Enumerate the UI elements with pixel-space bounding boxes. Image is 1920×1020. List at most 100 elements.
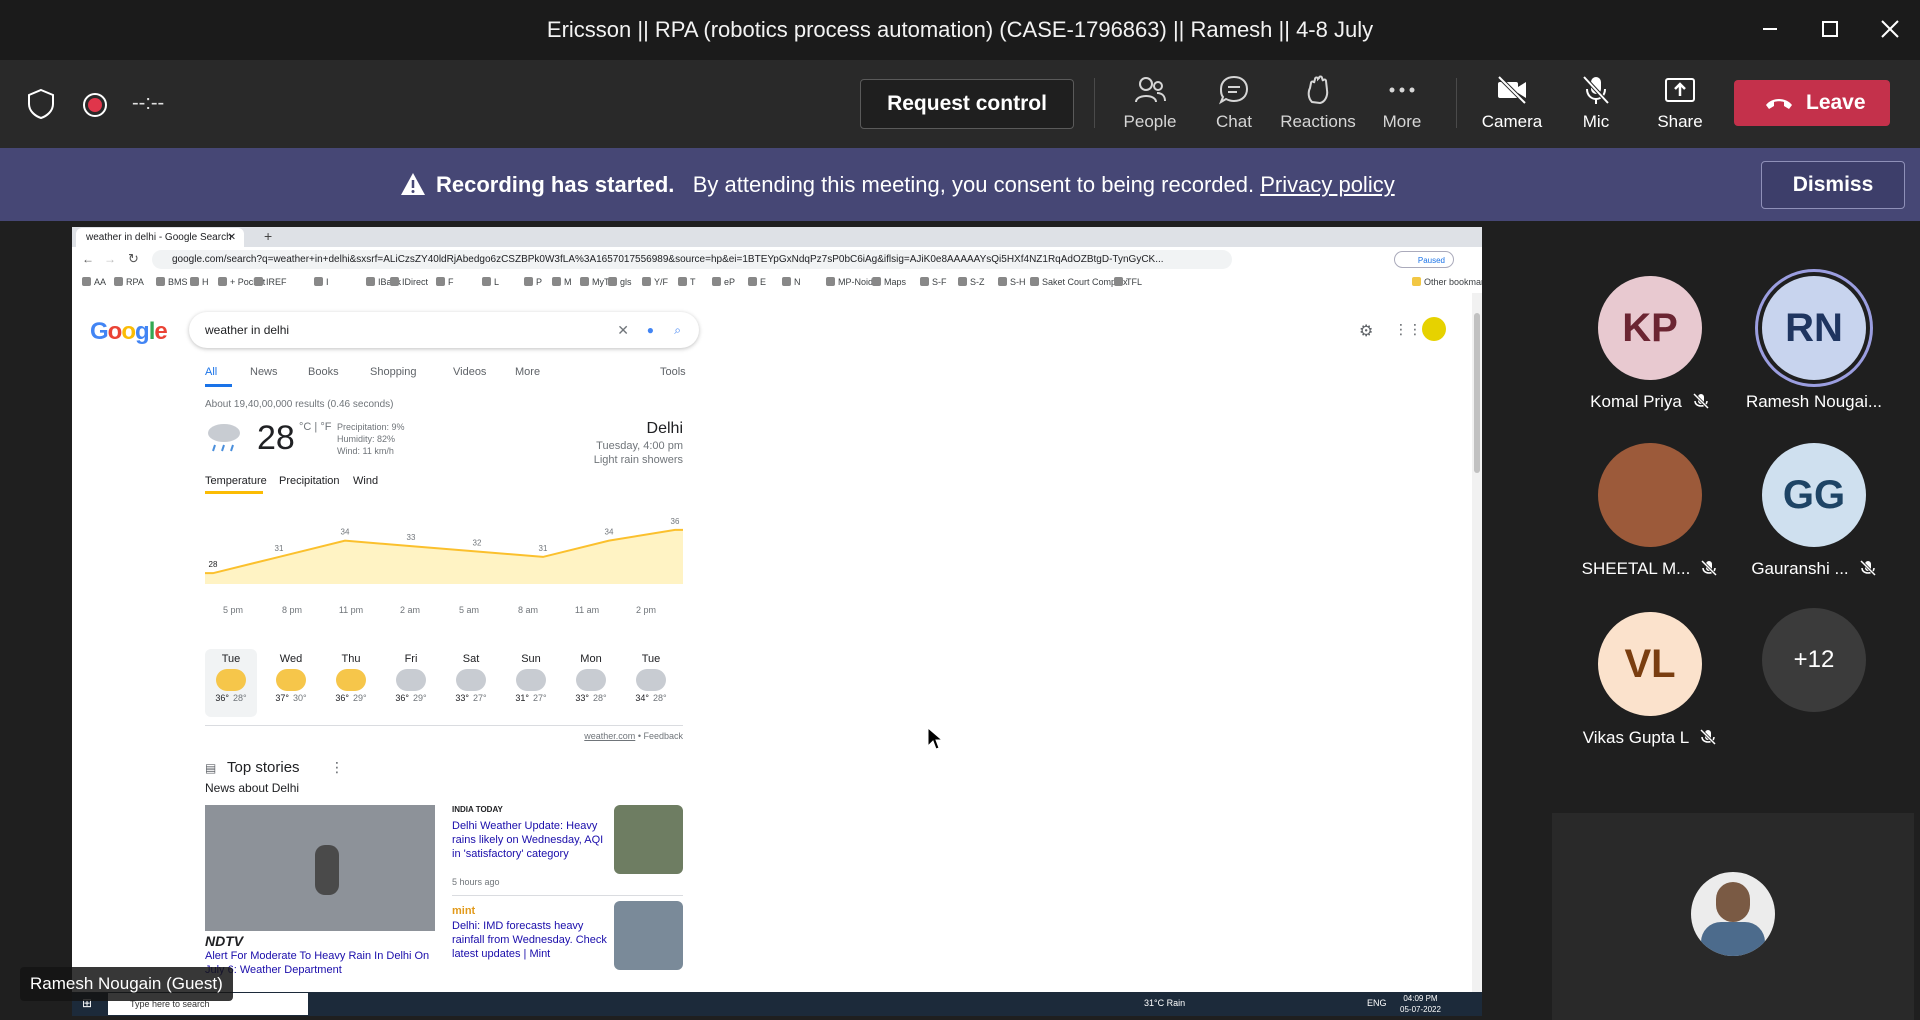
share-button[interactable]: Share [1640, 74, 1720, 132]
bookmark-item[interactable]: E [748, 277, 766, 287]
temperature-tab[interactable]: Temperature [205, 475, 267, 487]
participant-tile[interactable]: +12 [1724, 608, 1904, 768]
story-title-ndtv[interactable]: Alert For Moderate To Heavy Rain In Delh… [205, 949, 435, 977]
precipitation-tab[interactable]: Precipitation [279, 475, 340, 487]
bookmark-item[interactable]: H [190, 277, 209, 287]
apps-icon[interactable]: ⋮⋮ [1394, 321, 1422, 338]
back-icon[interactable]: ← [82, 252, 94, 266]
taskbar-clock[interactable]: 04:09 PM 05-07-2022 [1400, 993, 1441, 1015]
camera-button[interactable]: Camera [1472, 74, 1552, 132]
bookmark-item[interactable]: N [782, 277, 801, 287]
participant-tile[interactable]: GG Gauranshi ... [1724, 443, 1904, 603]
bookmark-item[interactable]: IDirect [390, 277, 428, 287]
bookmark-item[interactable]: S-Z [958, 277, 985, 287]
story-title-mint[interactable]: Delhi: IMD forecasts heavy rainfall from… [452, 919, 612, 961]
forecast-day[interactable]: Tue 34° 28° [625, 649, 677, 717]
story-image-indiatoday[interactable] [614, 805, 683, 874]
unit-toggle[interactable]: °C | °F [299, 421, 331, 433]
bookmark-item[interactable]: M [552, 277, 572, 287]
rain-cloud-icon [396, 669, 426, 691]
new-tab-icon[interactable]: + [264, 228, 272, 244]
tab-books[interactable]: Books [308, 366, 339, 378]
page-scrollbar[interactable] [1472, 293, 1482, 992]
bookmark-item[interactable]: Maps [872, 277, 906, 287]
story-image-ndtv[interactable] [205, 805, 435, 931]
forecast-day[interactable]: Sun 31° 27° [505, 649, 557, 717]
browser-tab[interactable]: weather in delhi - Google Search ✕ [76, 228, 244, 247]
voice-search-icon[interactable]: ● [647, 312, 654, 348]
taskbar-language[interactable]: ENG [1367, 998, 1387, 1008]
forecast-day[interactable]: Thu 36° 29° [325, 649, 377, 717]
google-logo[interactable]: Google [90, 318, 168, 346]
more-participants-button[interactable]: +12 [1762, 608, 1866, 712]
stories-more-icon[interactable]: ⋮ [330, 759, 344, 776]
shield-icon[interactable] [26, 88, 56, 120]
bookmark-item[interactable]: S-H [998, 277, 1026, 287]
dismiss-button[interactable]: Dismiss [1761, 161, 1905, 209]
forecast-day[interactable]: Wed 37° 30° [265, 649, 317, 717]
bookmark-icon [436, 277, 445, 286]
url-field[interactable]: google.com/search?q=weather+in+delhi&sxs… [152, 250, 1232, 269]
mic-button[interactable]: Mic [1556, 74, 1636, 132]
settings-icon[interactable]: ⚙ [1359, 321, 1373, 341]
bookmark-item[interactable]: BMS [156, 277, 188, 287]
participant-tile[interactable]: VL Vikas Gupta L [1560, 612, 1740, 772]
bookmark-item[interactable]: P [524, 277, 542, 287]
privacy-policy-link[interactable]: Privacy policy [1260, 172, 1394, 197]
bookmark-item[interactable]: L [482, 277, 499, 287]
bookmark-item[interactable]: T [678, 277, 696, 287]
leave-button[interactable]: Leave [1734, 80, 1890, 126]
story-title-indiatoday[interactable]: Delhi Weather Update: Heavy rains likely… [452, 819, 612, 861]
bookmark-item[interactable]: Other bookmarks [1412, 277, 1482, 287]
chat-button[interactable]: Chat [1194, 74, 1274, 132]
story-image-mint[interactable] [614, 901, 683, 970]
bookmark-item[interactable]: Y/F [642, 277, 668, 287]
profile-button[interactable]: Paused [1394, 251, 1454, 268]
taskbar-weather[interactable]: 31°C Rain [1144, 998, 1185, 1008]
bookmark-item[interactable]: I [314, 277, 329, 287]
tab-news[interactable]: News [250, 366, 278, 378]
google-search-box[interactable]: weather in delhi ✕ ● ⌕ [189, 312, 699, 348]
participant-tile[interactable]: SHEETAL M... [1560, 443, 1740, 603]
self-view[interactable] [1552, 813, 1914, 1020]
request-control-button[interactable]: Request control [860, 79, 1074, 129]
participant-tile[interactable]: KP Komal Priya [1560, 276, 1740, 436]
tab-more[interactable]: More [515, 366, 540, 378]
wind-tab[interactable]: Wind [353, 475, 378, 487]
bookmark-item[interactable]: RPA [114, 277, 144, 287]
bookmark-item[interactable]: IREF [254, 277, 287, 287]
bookmark-item[interactable]: S-F [920, 277, 947, 287]
bookmark-item[interactable]: TFL [1114, 277, 1142, 287]
tab-shopping[interactable]: Shopping [370, 366, 417, 378]
scrollbar-thumb[interactable] [1474, 313, 1480, 473]
bookmark-item[interactable]: AA [82, 277, 106, 287]
tab-tools[interactable]: Tools [660, 366, 686, 378]
participant-tile[interactable]: RN Ramesh Nougai... [1724, 276, 1904, 436]
forecast-day[interactable]: Sat 33° 27° [445, 649, 497, 717]
bookmark-item[interactable]: MP-Noida [826, 277, 878, 287]
people-button[interactable]: People [1110, 74, 1190, 132]
forecast-day[interactable]: Tue 36° 28° [205, 649, 257, 717]
account-avatar[interactable] [1422, 317, 1446, 341]
minimize-icon[interactable] [1755, 14, 1785, 44]
forecast-day[interactable]: Mon 33° 28° [565, 649, 617, 717]
close-icon[interactable] [1875, 14, 1905, 44]
forward-icon[interactable]: → [104, 252, 116, 266]
forecast-day[interactable]: Fri 36° 29° [385, 649, 437, 717]
more-button[interactable]: More [1362, 74, 1442, 132]
clear-icon[interactable]: ✕ [617, 312, 629, 348]
weather-source-link[interactable]: weather.com [584, 731, 635, 741]
bookmark-item[interactable]: Saket Court Complex [1030, 277, 1128, 287]
bookmark-icon [218, 277, 227, 286]
reactions-button[interactable]: Reactions [1278, 74, 1358, 132]
reload-icon[interactable]: ↻ [128, 251, 139, 267]
bookmark-item[interactable]: F [436, 277, 454, 287]
search-icon[interactable]: ⌕ [674, 312, 681, 348]
tab-all[interactable]: All [205, 366, 217, 378]
tab-videos[interactable]: Videos [453, 366, 486, 378]
maximize-icon[interactable] [1815, 14, 1845, 44]
bookmark-item[interactable]: eP [712, 277, 735, 287]
tab-close-icon[interactable]: ✕ [228, 228, 236, 247]
bookmark-item[interactable]: gls [608, 277, 632, 287]
feedback-link[interactable]: Feedback [643, 731, 683, 741]
